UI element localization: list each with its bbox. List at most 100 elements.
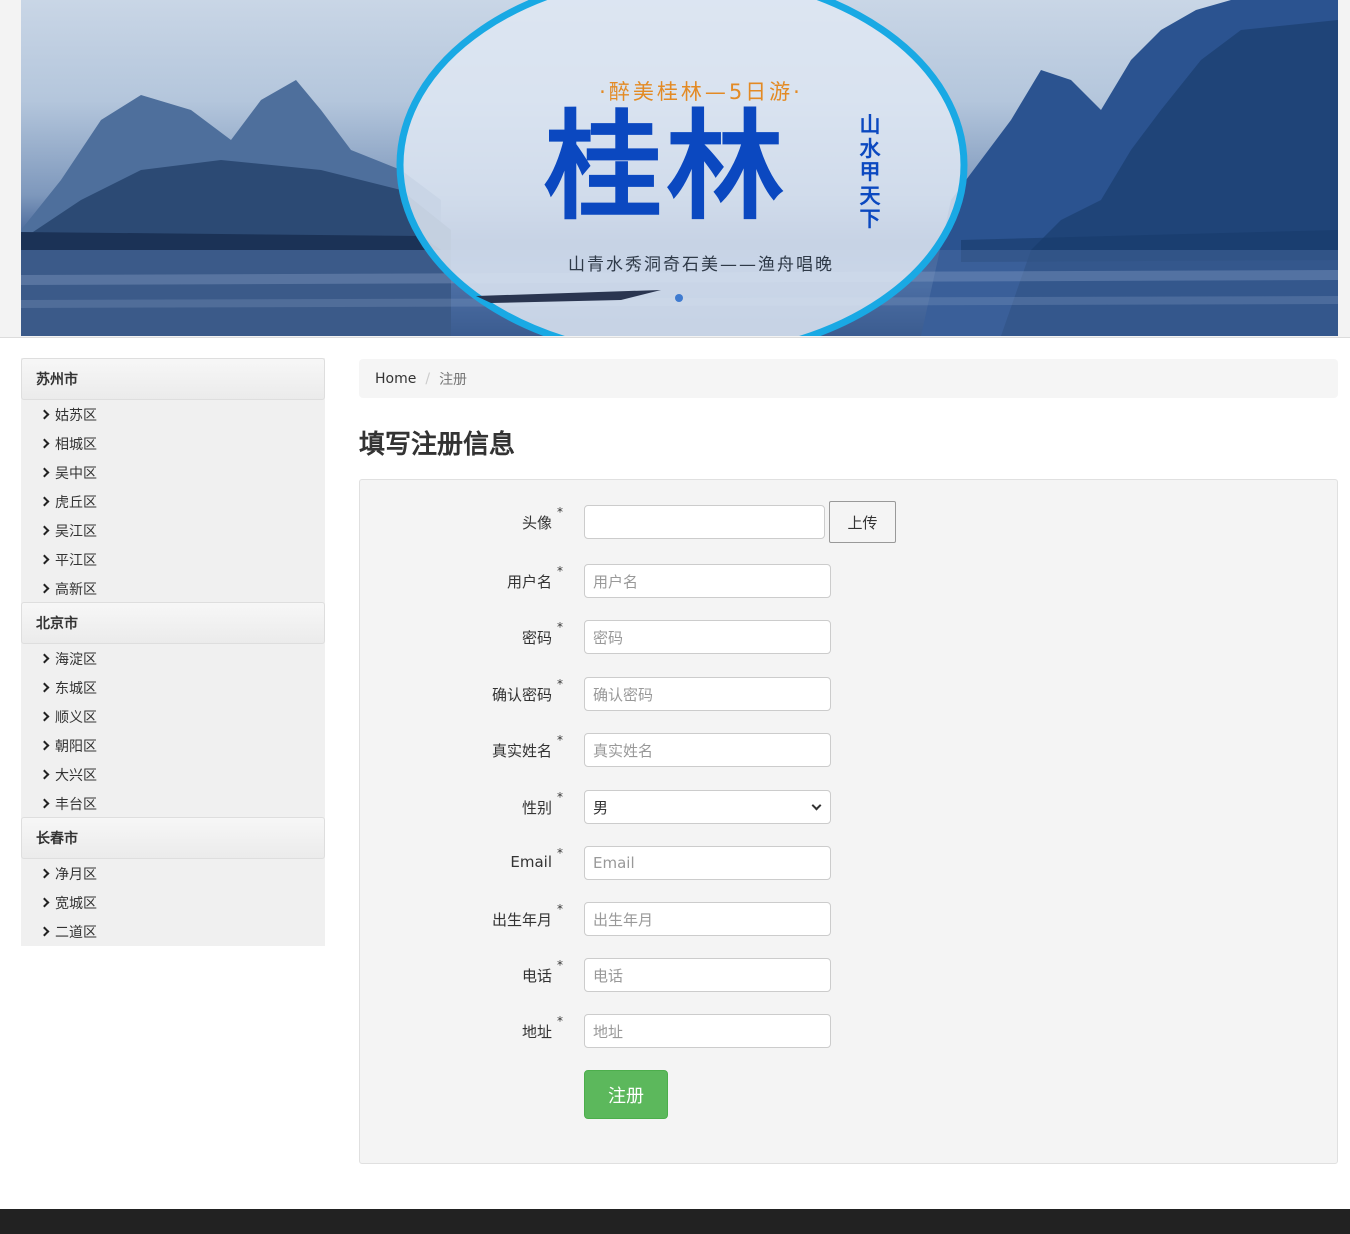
- username-field[interactable]: 用户名: [584, 564, 831, 598]
- banner-title: 桂林: [543, 97, 788, 236]
- required-mark: *: [557, 846, 563, 860]
- chevron-right-icon: [39, 583, 50, 594]
- page-title: 填写注册信息: [359, 430, 516, 460]
- district-label: 姑苏区: [55, 407, 97, 424]
- district-list: 净月区 宽城区 二道区: [21, 859, 325, 946]
- required-mark: *: [557, 620, 563, 634]
- banner-side-title: 山水甲天下: [859, 113, 881, 231]
- phone-field[interactable]: 电话: [584, 958, 831, 992]
- district-list: 海淀区 东城区 顺义区 朝阳区 大兴区 丰台区: [21, 644, 325, 818]
- email-field[interactable]: Email: [584, 846, 831, 880]
- chevron-right-icon: [39, 897, 50, 908]
- district-item[interactable]: 姑苏区: [39, 400, 325, 429]
- district-item[interactable]: 朝阳区: [39, 731, 325, 760]
- district-item[interactable]: 虎丘区: [39, 487, 325, 516]
- breadcrumb-home-link[interactable]: Home: [375, 371, 416, 387]
- district-item[interactable]: 二道区: [39, 917, 325, 946]
- form-row-birth: 出生年月 * 出生年月: [360, 902, 1337, 936]
- form-row-email: Email * Email: [360, 846, 1337, 880]
- username-label: 用户名: [506, 573, 552, 591]
- form-row-username: 用户名 * 用户名: [360, 564, 1337, 598]
- district-item[interactable]: 高新区: [39, 574, 325, 603]
- district-label: 净月区: [55, 866, 97, 883]
- real-name-label: 真实姓名: [491, 742, 552, 760]
- district-label: 宽城区: [55, 895, 97, 912]
- form-row-phone: 电话 * 电话: [360, 958, 1337, 992]
- upload-button[interactable]: 上传: [829, 501, 896, 543]
- chevron-right-icon: [39, 496, 50, 507]
- banner-image: ·醉美桂林—5日游· 桂林 山水甲天下 山青水秀洞奇石美——渔舟唱晚: [21, 0, 1338, 336]
- city-header[interactable]: 苏州市: [21, 358, 325, 400]
- district-item[interactable]: 宽城区: [39, 888, 325, 917]
- form-row-avatar: 头像 * 上传: [360, 501, 1337, 543]
- avatar-label: 头像: [521, 514, 552, 532]
- gender-label: 性别: [521, 799, 552, 817]
- birth-field[interactable]: 出生年月: [584, 902, 831, 936]
- form-row-real-name: 真实姓名 * 真实姓名: [360, 733, 1337, 767]
- chevron-right-icon: [39, 926, 50, 937]
- district-label: 平江区: [55, 552, 97, 569]
- footer: [0, 1209, 1350, 1234]
- district-item[interactable]: 相城区: [39, 429, 325, 458]
- confirm-password-field[interactable]: 确认密码: [584, 677, 831, 711]
- district-item[interactable]: 吴江区: [39, 516, 325, 545]
- address-label: 地址: [521, 1023, 552, 1041]
- chevron-right-icon: [39, 711, 50, 722]
- registration-form: 头像 * 上传 用户名 * 用户名 密码 * 密码 确认密码 * 确认密码 真实…: [359, 479, 1338, 1164]
- district-item[interactable]: 海淀区: [39, 644, 325, 673]
- district-item[interactable]: 平江区: [39, 545, 325, 574]
- district-item[interactable]: 大兴区: [39, 760, 325, 789]
- district-label: 顺义区: [55, 709, 97, 726]
- chevron-right-icon: [39, 868, 50, 879]
- form-row-confirm-password: 确认密码 * 确认密码: [360, 677, 1337, 711]
- district-item[interactable]: 吴中区: [39, 458, 325, 487]
- city-header[interactable]: 长春市: [21, 817, 325, 859]
- district-label: 虎丘区: [55, 494, 97, 511]
- district-item[interactable]: 丰台区: [39, 789, 325, 818]
- address-field[interactable]: 地址: [584, 1014, 831, 1048]
- birth-label: 出生年月: [491, 911, 552, 929]
- banner-slogan-bottom: 山青水秀洞奇石美——渔舟唱晚: [568, 255, 834, 275]
- chevron-right-icon: [39, 554, 50, 565]
- district-label: 吴江区: [55, 523, 97, 540]
- chevron-right-icon: [39, 798, 50, 809]
- gender-select[interactable]: 男: [584, 790, 831, 824]
- email-label: Email: [510, 853, 552, 871]
- form-row-gender: 性别 * 男: [360, 790, 1337, 824]
- required-mark: *: [557, 790, 563, 804]
- city-group-beijing: 北京市 海淀区 东城区 顺义区 朝阳区 大兴区 丰台区: [21, 602, 325, 818]
- district-label: 二道区: [55, 924, 97, 941]
- chevron-down-icon: [811, 800, 822, 811]
- chevron-right-icon: [39, 409, 50, 420]
- required-mark: *: [557, 733, 563, 747]
- required-mark: *: [557, 902, 563, 916]
- register-button[interactable]: 注册: [584, 1070, 668, 1119]
- chevron-right-icon: [39, 769, 50, 780]
- password-label: 密码: [521, 629, 552, 647]
- city-group-suzhou: 苏州市 姑苏区 相城区 吴中区 虎丘区 吴江区 平江区 高新区: [21, 358, 325, 603]
- chevron-right-icon: [39, 682, 50, 693]
- chevron-right-icon: [39, 525, 50, 536]
- chevron-right-icon: [39, 653, 50, 664]
- district-label: 高新区: [55, 581, 97, 598]
- required-mark: *: [557, 1014, 563, 1028]
- district-label: 相城区: [55, 436, 97, 453]
- required-mark: *: [557, 505, 563, 519]
- gender-selected-value: 男: [593, 798, 609, 817]
- district-item[interactable]: 净月区: [39, 859, 325, 888]
- confirm-password-label: 确认密码: [491, 686, 552, 704]
- password-field[interactable]: 密码: [584, 620, 831, 654]
- breadcrumb: Home / 注册: [359, 359, 1338, 398]
- city-header[interactable]: 北京市: [21, 602, 325, 644]
- district-item[interactable]: 顺义区: [39, 702, 325, 731]
- phone-label: 电话: [521, 967, 552, 985]
- avatar-field[interactable]: [584, 505, 825, 539]
- district-item[interactable]: 东城区: [39, 673, 325, 702]
- breadcrumb-separator: /: [425, 370, 431, 387]
- district-label: 东城区: [55, 680, 97, 697]
- district-label: 朝阳区: [55, 738, 97, 755]
- city-group-changchun: 长春市 净月区 宽城区 二道区: [21, 817, 325, 946]
- real-name-field[interactable]: 真实姓名: [584, 733, 831, 767]
- banner-area: ·醉美桂林—5日游· 桂林 山水甲天下 山青水秀洞奇石美——渔舟唱晚: [0, 0, 1350, 338]
- chevron-right-icon: [39, 740, 50, 751]
